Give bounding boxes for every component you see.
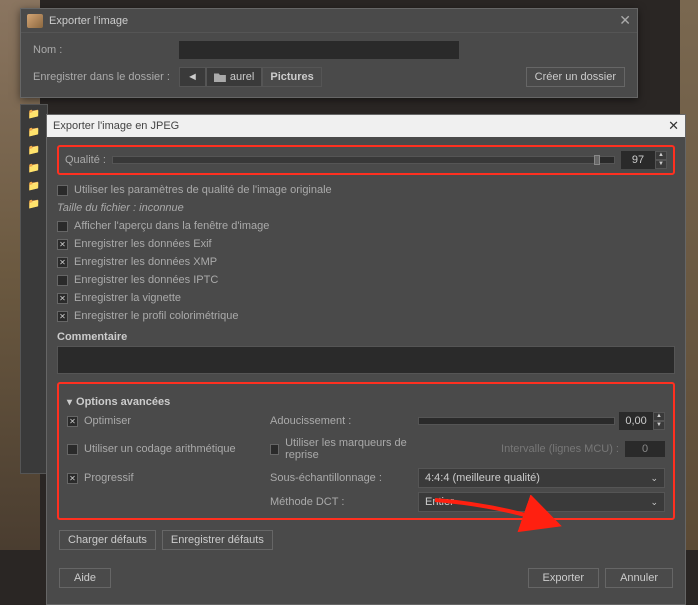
filesize-text: Taille du fichier : inconnue [57, 199, 675, 217]
interval-label: Intervalle (lignes MCU) : [501, 443, 619, 455]
restart-checkbox[interactable] [270, 444, 279, 455]
save-exif-label: Enregistrer les données Exif [74, 238, 212, 250]
breadcrumb-back[interactable]: ◄ [179, 67, 206, 87]
expander-icon[interactable]: ▾ [67, 397, 72, 408]
spinner-down-icon[interactable]: ▼ [655, 160, 667, 169]
close-icon[interactable]: ✕ [668, 118, 679, 134]
save-xmp-label: Enregistrer les données XMP [74, 256, 217, 268]
progressive-checkbox[interactable] [67, 473, 78, 484]
close-icon[interactable]: ✕ [619, 12, 631, 29]
quality-label: Qualité : [65, 154, 106, 166]
export-window: Exporter l'image ✕ Nom : Enregistrer dan… [20, 8, 638, 98]
app-icon [27, 14, 43, 28]
comment-label: Commentaire [57, 331, 675, 343]
save-color-checkbox[interactable] [57, 311, 68, 322]
jpeg-titlebar: Exporter l'image en JPEG ✕ [47, 115, 685, 137]
save-exif-checkbox[interactable] [57, 239, 68, 250]
export-titlebar: Exporter l'image ✕ [21, 9, 637, 33]
smoothing-spinner[interactable]: ▲▼ [619, 412, 665, 430]
quality-value[interactable] [621, 151, 655, 169]
optimize-label: Optimiser [84, 415, 131, 427]
interval-value [625, 441, 665, 457]
jpeg-title: Exporter l'image en JPEG [53, 120, 179, 132]
subsampling-label: Sous-échantillonnage : [270, 472, 410, 484]
cancel-button[interactable]: Annuler [605, 568, 673, 588]
spinner-up-icon[interactable]: ▲ [655, 151, 667, 160]
save-defaults-button[interactable]: Enregistrer défauts [162, 530, 273, 550]
breadcrumb-aurel[interactable]: aurel [206, 67, 262, 87]
dct-label: Méthode DCT : [270, 496, 410, 508]
advanced-section: ▾ Options avancées Optimiser Adoucissemen… [57, 382, 675, 520]
folder-icon [214, 72, 226, 82]
smoothing-slider[interactable] [418, 417, 615, 425]
chevron-down-icon: ⌄ [650, 473, 658, 484]
breadcrumb-pictures[interactable]: Pictures [262, 67, 321, 87]
arithmetic-checkbox[interactable] [67, 444, 78, 455]
progressive-label: Progressif [84, 472, 134, 484]
comment-input[interactable] [57, 346, 675, 374]
optimize-checkbox[interactable] [67, 416, 78, 427]
save-thumb-checkbox[interactable] [57, 293, 68, 304]
quality-slider[interactable] [112, 156, 615, 164]
name-label: Nom : [33, 44, 173, 56]
help-button[interactable]: Aide [59, 568, 111, 588]
save-iptc-label: Enregistrer les données IPTC [74, 274, 218, 286]
filename-input[interactable] [179, 41, 459, 59]
create-folder-button[interactable]: Créer un dossier [526, 67, 625, 87]
save-xmp-checkbox[interactable] [57, 257, 68, 268]
save-thumb-label: Enregistrer la vignette [74, 292, 181, 304]
save-color-label: Enregistrer le profil colorimétrique [74, 310, 238, 322]
show-preview-label: Afficher l'aperçu dans la fenêtre d'imag… [74, 220, 269, 232]
dct-select[interactable]: Entier⌄ [418, 492, 665, 512]
jpeg-export-dialog: Exporter l'image en JPEG ✕ Qualité : ▲▼ … [46, 114, 686, 605]
smoothing-value[interactable] [619, 412, 653, 430]
advanced-title: Options avancées [76, 396, 170, 408]
arithmetic-label: Utiliser un codage arithmétique [84, 443, 236, 455]
export-button[interactable]: Exporter [528, 568, 600, 588]
save-iptc-checkbox[interactable] [57, 275, 68, 286]
quality-spinner[interactable]: ▲▼ [621, 151, 667, 169]
smoothing-label: Adoucissement : [270, 415, 410, 427]
restart-label: Utiliser les marqueurs de reprise [285, 437, 410, 461]
use-original-label: Utiliser les paramètres de qualité de l'… [74, 184, 332, 196]
chevron-down-icon: ⌄ [650, 497, 658, 508]
quality-section: Qualité : ▲▼ [57, 145, 675, 175]
load-defaults-button[interactable]: Charger défauts [59, 530, 156, 550]
use-original-checkbox[interactable] [57, 185, 68, 196]
shortcuts-panel: 📁 📁 📁 📁 📁 📁 [20, 104, 48, 474]
subsampling-select[interactable]: 4:4:4 (meilleure qualité)⌄ [418, 468, 665, 488]
export-title: Exporter l'image [49, 15, 128, 27]
folder-breadcrumb: ◄ aurel Pictures [179, 67, 322, 87]
show-preview-checkbox[interactable] [57, 221, 68, 232]
save-in-label: Enregistrer dans le dossier : [33, 71, 173, 83]
